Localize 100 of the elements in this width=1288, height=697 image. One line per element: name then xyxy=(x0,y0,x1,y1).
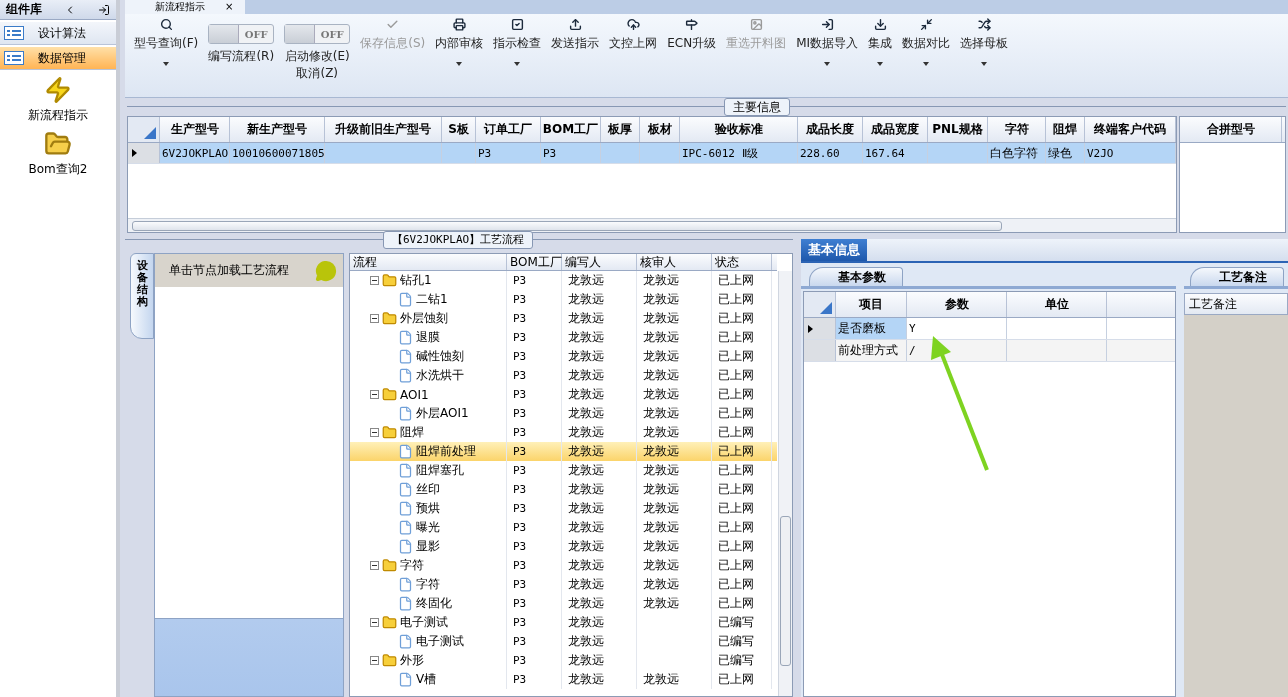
column-header[interactable]: 字符 xyxy=(988,117,1046,142)
tree-row[interactable]: 电子测试 P3 龙敦远 已编写 xyxy=(350,613,777,632)
close-button[interactable]: × xyxy=(225,0,234,14)
column-header[interactable]: PNL规格 xyxy=(928,117,988,142)
caret-icon[interactable] xyxy=(514,62,521,66)
speech-bubble-icon xyxy=(315,259,337,282)
table-cell: P3 xyxy=(513,407,527,420)
current-row-icon xyxy=(808,324,813,333)
tree-row[interactable]: 预烘 P3 龙敦远 龙敦远 已上网 xyxy=(350,499,777,518)
table-cell: P3 xyxy=(543,146,557,160)
lightning-icon[interactable] xyxy=(44,76,72,104)
column-header[interactable]: 成品长度 xyxy=(798,117,863,142)
tree-row[interactable]: 电子测试 P3 龙敦远 已编写 xyxy=(350,632,777,651)
collapse-icon[interactable] xyxy=(370,656,379,665)
toolbar-button[interactable]: 集成 xyxy=(868,35,893,52)
column-header[interactable]: 工艺备注 xyxy=(1184,293,1288,315)
toolbar-button[interactable]: 指示检查 xyxy=(493,35,542,52)
column-header[interactable]: 阻焊 xyxy=(1046,117,1085,142)
column-header[interactable]: 状态 xyxy=(712,254,772,270)
caret-icon[interactable] xyxy=(877,62,884,66)
column-header[interactable]: 生产型号 xyxy=(160,117,230,142)
horizontal-scrollbar[interactable] xyxy=(128,218,1176,232)
column-header[interactable]: 升级前旧生产型号 xyxy=(325,117,442,142)
collapse-icon[interactable] xyxy=(370,561,379,570)
collapse-icon[interactable] xyxy=(370,428,379,437)
tree-row[interactable]: 二钻1 P3 龙敦远 龙敦远 已上网 xyxy=(350,290,777,309)
caret-icon[interactable] xyxy=(923,62,930,66)
collapse-icon[interactable] xyxy=(370,618,379,627)
column-header[interactable]: 流程 xyxy=(350,254,507,270)
table-cell: 已上网 xyxy=(718,367,754,384)
table-cell: P3 xyxy=(513,521,527,534)
toolbar-button[interactable]: 发送指示 xyxy=(551,35,600,52)
tree-row[interactable]: 外层AOI1 P3 龙敦远 龙敦远 已上网 xyxy=(350,404,777,423)
caret-icon[interactable] xyxy=(163,62,170,66)
sidebar-item[interactable]: Bom查询2 xyxy=(28,161,88,178)
tree-row[interactable]: AOI1 P3 龙敦远 龙敦远 已上网 xyxy=(350,385,777,404)
column-header[interactable]: 终端客户代码 xyxy=(1085,117,1176,142)
column-header[interactable]: 验收标准 xyxy=(680,117,798,142)
column-header[interactable]: 参数 xyxy=(907,292,1007,317)
dock-icon[interactable] xyxy=(98,3,110,16)
sidebar-group[interactable]: 设计算法 xyxy=(0,22,116,45)
tree-node-label: V槽 xyxy=(416,671,437,688)
collapse-icon[interactable] xyxy=(370,314,379,323)
tree-row[interactable]: 水洗烘干 P3 龙敦远 龙敦远 已上网 xyxy=(350,366,777,385)
toolbar-button[interactable]: MI数据导入 xyxy=(796,35,859,52)
toggle-switch[interactable]: OFF xyxy=(208,24,275,44)
tab[interactable]: 基本参数 xyxy=(809,267,903,286)
table-row[interactable]: 是否磨板 Y xyxy=(804,318,1175,340)
caret-icon[interactable] xyxy=(456,62,463,66)
column-header[interactable]: BOM工厂 xyxy=(507,254,562,270)
vertical-tab[interactable]: 设备结构 xyxy=(130,253,154,339)
tree-row[interactable]: V槽 P3 龙敦远 龙敦远 已上网 xyxy=(350,670,777,689)
caret-icon[interactable] xyxy=(981,62,988,66)
column-header[interactable]: 项目 xyxy=(836,292,907,317)
sidebar-group[interactable]: 数据管理 xyxy=(0,47,116,70)
caret-icon[interactable] xyxy=(824,62,831,66)
table-cell: 已上网 xyxy=(718,462,754,479)
tab[interactable]: 工艺备注 xyxy=(1190,267,1284,286)
tree-row[interactable]: 外形 P3 龙敦远 已编写 xyxy=(350,651,777,670)
column-header[interactable]: 板材 xyxy=(640,117,680,142)
toolbar-button[interactable]: 型号查询(F) xyxy=(134,35,199,52)
table-cell: 龙敦远 xyxy=(568,652,604,669)
tree-row[interactable]: 丝印 P3 龙敦远 龙敦远 已上网 xyxy=(350,480,777,499)
toolbar-button[interactable]: 选择母板 xyxy=(960,35,1009,52)
tree-row[interactable]: 字符 P3 龙敦远 龙敦远 已上网 xyxy=(350,556,777,575)
table-cell: 龙敦远 xyxy=(568,424,604,441)
tree-row[interactable]: 终固化 P3 龙敦远 龙敦远 已上网 xyxy=(350,594,777,613)
vertical-scrollbar[interactable] xyxy=(778,271,792,696)
toolbar-button[interactable]: 内部审核 xyxy=(435,35,484,52)
toolbar-button[interactable]: ECN升级 xyxy=(667,35,717,52)
document-icon xyxy=(398,444,413,459)
tree-row[interactable]: 退膜 P3 龙敦远 龙敦远 已上网 xyxy=(350,328,777,347)
column-header[interactable]: 成品宽度 xyxy=(863,117,928,142)
sidebar-item[interactable]: 新流程指示 xyxy=(28,107,88,124)
tab[interactable]: 基本信息 xyxy=(801,239,867,261)
tree-row[interactable]: 碱性蚀刻 P3 龙敦远 龙敦远 已上网 xyxy=(350,347,777,366)
tree-row[interactable]: 阻焊塞孔 P3 龙敦远 龙敦远 已上网 xyxy=(350,461,777,480)
collapse-icon[interactable] xyxy=(370,276,379,285)
column-header[interactable]: 新生产型号 xyxy=(230,117,325,142)
column-header[interactable]: 单位 xyxy=(1007,292,1107,317)
column-header[interactable]: 核审人 xyxy=(637,254,712,270)
toolbar-button[interactable]: 数据对比 xyxy=(902,35,951,52)
column-header[interactable]: BOM工厂 xyxy=(541,117,601,142)
column-header[interactable]: 订单工厂 xyxy=(476,117,541,142)
tree-row[interactable]: 显影 P3 龙敦远 龙敦远 已上网 xyxy=(350,537,777,556)
tree-row[interactable]: 外层蚀刻 P3 龙敦远 龙敦远 已上网 xyxy=(350,309,777,328)
toolbar-button[interactable]: 文控上网 xyxy=(609,35,658,52)
document-tab[interactable]: 新流程指示 × xyxy=(125,0,246,14)
tree-row[interactable]: 字符 P3 龙敦远 龙敦远 已上网 xyxy=(350,575,777,594)
table-cell: 龙敦远 xyxy=(568,671,604,688)
tree-row[interactable]: 阻焊前处理 P3 龙敦远 龙敦远 已上网 xyxy=(350,442,777,461)
toggle-switch[interactable]: OFF xyxy=(284,24,351,44)
collapse-icon[interactable] xyxy=(370,390,379,399)
table-row[interactable]: 6V2JOKPLAO 10010600071805 P3 P3 IPC-6012 Ⅱ级 228.60 167.64 白色字符 绿色 V2JO xyxy=(128,143,1176,164)
tree-row[interactable]: 钻孔1 P3 龙敦远 龙敦远 已上网 xyxy=(350,271,777,290)
table-row[interactable]: 前处理方式 / xyxy=(804,340,1175,362)
tree-row[interactable]: 曝光 P3 龙敦远 龙敦远 已上网 xyxy=(350,518,777,537)
column-header[interactable]: S板 xyxy=(442,117,476,142)
column-header[interactable]: 板厚 xyxy=(601,117,640,142)
column-header[interactable]: 编写人 xyxy=(562,254,637,270)
